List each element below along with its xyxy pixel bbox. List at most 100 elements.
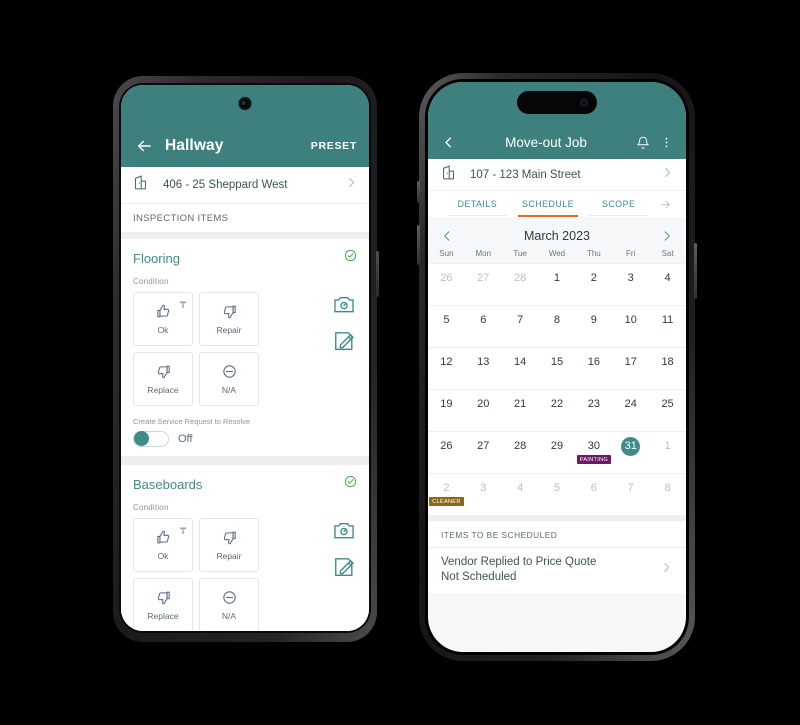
calendar-day-cell[interactable]: 2 CLEANER bbox=[428, 473, 465, 515]
inspection-items-section-label: INSPECTION ITEMS bbox=[121, 203, 369, 232]
weekday-label: Sat bbox=[661, 249, 674, 258]
calendar-day-number: 26 bbox=[440, 440, 453, 452]
calendar-day-cell[interactable]: 17 bbox=[612, 347, 650, 389]
calendar-day-cell[interactable]: 22 bbox=[538, 389, 576, 431]
condition-choice-repair[interactable]: Repair bbox=[199, 292, 259, 346]
edit-note-icon[interactable] bbox=[333, 556, 355, 583]
property-row[interactable]: 406 - 25 Sheppard West bbox=[121, 167, 369, 203]
tab-scope[interactable]: SCOPE bbox=[583, 191, 654, 217]
service-request-toggle[interactable] bbox=[133, 431, 169, 447]
calendar-day-cell[interactable]: 14 bbox=[501, 347, 539, 389]
calendar-day-number: 4 bbox=[664, 272, 671, 284]
condition-choice-na[interactable]: N/A bbox=[199, 352, 259, 406]
choice-label: Ok bbox=[157, 551, 169, 561]
condition-choice-na[interactable]: N/A bbox=[199, 578, 259, 631]
calendar-day-number: 3 bbox=[480, 482, 487, 494]
calendar-next-month-button[interactable] bbox=[660, 229, 674, 243]
calendar-day-cell[interactable]: 31 bbox=[612, 431, 650, 473]
bell-icon[interactable] bbox=[636, 136, 650, 150]
calendar-day-cell[interactable]: 7 bbox=[501, 305, 539, 347]
condition-choice-replace[interactable]: Replace bbox=[133, 352, 193, 406]
edit-note-icon[interactable] bbox=[333, 330, 355, 357]
iphone-mute-button[interactable] bbox=[417, 181, 420, 203]
tab-details[interactable]: DETAILS bbox=[442, 191, 513, 217]
calendar-day-cell[interactable]: 3 bbox=[464, 473, 502, 515]
weekday-label: Wed bbox=[548, 249, 566, 258]
item-actions-baseboards bbox=[333, 521, 355, 583]
calendar-day-cell[interactable]: 28 bbox=[501, 263, 539, 305]
calendar-day-cell[interactable]: 16 bbox=[575, 347, 613, 389]
chevron-right-icon bbox=[661, 166, 674, 184]
calendar-day-number: 8 bbox=[664, 482, 671, 494]
page-title: Move-out Job bbox=[505, 135, 587, 150]
chevron-left-icon[interactable] bbox=[441, 135, 456, 150]
calendar-day-cell[interactable]: 15 bbox=[538, 347, 576, 389]
tab-schedule[interactable]: SCHEDULE bbox=[513, 191, 584, 217]
calendar-day-cell[interactable]: 9 bbox=[575, 305, 613, 347]
calendar-day-cell[interactable]: 10 bbox=[612, 305, 650, 347]
property-label: 406 - 25 Sheppard West bbox=[163, 179, 288, 191]
android-status-bar bbox=[121, 85, 369, 125]
calendar-day-number: 5 bbox=[553, 482, 561, 494]
calendar-day-cell[interactable]: 26 bbox=[428, 431, 465, 473]
calendar-day-cell[interactable]: 24 bbox=[612, 389, 650, 431]
more-vertical-icon[interactable] bbox=[660, 136, 673, 149]
calendar-day-cell[interactable]: 23 bbox=[575, 389, 613, 431]
calendar-day-cell[interactable]: 1 bbox=[538, 263, 576, 305]
camera-icon[interactable] bbox=[333, 521, 355, 545]
calendar-day-cell[interactable]: 20 bbox=[464, 389, 502, 431]
calendar-day-cell[interactable]: 12 bbox=[428, 347, 465, 389]
calendar-event-badge[interactable]: CLEANER bbox=[429, 497, 464, 506]
iphone-power-button[interactable] bbox=[694, 243, 697, 299]
calendar-day-cell[interactable]: 1 bbox=[649, 431, 686, 473]
calendar-day-number: 28 bbox=[514, 440, 527, 452]
calendar-day-cell[interactable]: 29 bbox=[538, 431, 576, 473]
calendar-day-cell[interactable]: 4 bbox=[501, 473, 539, 515]
schedule-list-item[interactable]: Vendor Replied to Price Quote Not Schedu… bbox=[428, 547, 686, 593]
calendar-weekday-row: Sun Mon Tue Wed Thu Fri Sat bbox=[428, 249, 686, 263]
calendar-day-cell[interactable]: 6 bbox=[464, 305, 502, 347]
calendar-day-cell[interactable]: 13 bbox=[464, 347, 502, 389]
calendar-day-cell[interactable]: 27 bbox=[464, 263, 502, 305]
android-power-button[interactable] bbox=[376, 251, 379, 297]
choice-label: Replace bbox=[147, 611, 179, 621]
card-header: Flooring bbox=[133, 249, 357, 267]
calendar-day-cell[interactable]: 30 PAINTING bbox=[575, 431, 613, 473]
arrow-left-icon[interactable] bbox=[133, 135, 155, 157]
calendar-day-cell[interactable]: 25 bbox=[649, 389, 686, 431]
condition-choice-replace[interactable]: Replace bbox=[133, 578, 193, 631]
calendar-day-number: 12 bbox=[440, 356, 453, 368]
condition-choice-ok[interactable]: Ok bbox=[133, 518, 193, 572]
calendar-day-cell[interactable]: 18 bbox=[649, 347, 686, 389]
calendar-day-cell[interactable]: 3 bbox=[612, 263, 650, 305]
property-row[interactable]: 107 - 123 Main Street bbox=[428, 159, 686, 190]
calendar-day-cell[interactable]: 19 bbox=[428, 389, 465, 431]
calendar-day-cell[interactable]: 26 bbox=[428, 263, 465, 305]
calendar-day-cell[interactable]: 21 bbox=[501, 389, 539, 431]
calendar-day-cell[interactable]: 6 bbox=[575, 473, 613, 515]
calendar-day-cell[interactable]: 5 bbox=[538, 473, 576, 515]
android-screen: Hallway PRESET 406 - 25 Sheppard West IN… bbox=[121, 85, 369, 631]
camera-icon[interactable] bbox=[333, 295, 355, 319]
preset-button[interactable]: PRESET bbox=[311, 140, 357, 152]
calendar-day-cell[interactable]: 5 bbox=[428, 305, 465, 347]
calendar-day-cell[interactable]: 27 bbox=[464, 431, 502, 473]
calendar-day-cell[interactable]: 28 bbox=[501, 431, 539, 473]
condition-choice-ok[interactable]: Ok bbox=[133, 292, 193, 346]
calendar-prev-month-button[interactable] bbox=[440, 229, 454, 243]
calendar-day-cell[interactable]: 4 bbox=[649, 263, 686, 305]
iphone-volume-buttons[interactable] bbox=[417, 225, 420, 265]
arrow-right-icon[interactable] bbox=[654, 198, 676, 211]
calendar-day-cell[interactable]: 2 bbox=[575, 263, 613, 305]
calendar-day-number: 4 bbox=[517, 482, 524, 494]
calendar-event-badge[interactable]: PAINTING bbox=[576, 455, 612, 464]
calendar-day-cell[interactable]: 8 bbox=[538, 305, 576, 347]
condition-choice-repair[interactable]: Repair bbox=[199, 518, 259, 572]
iphone-bezel: Move-out Job 107 - 123 Main Street DETAI… bbox=[425, 79, 689, 655]
calendar-day-number: 14 bbox=[514, 356, 527, 368]
pin-icon bbox=[179, 297, 187, 315]
calendar-day-cell[interactable]: 8 bbox=[649, 473, 686, 515]
android-phone-device: Hallway PRESET 406 - 25 Sheppard West IN… bbox=[113, 76, 379, 642]
calendar-day-cell[interactable]: 7 bbox=[612, 473, 650, 515]
calendar-day-cell[interactable]: 11 bbox=[649, 305, 686, 347]
